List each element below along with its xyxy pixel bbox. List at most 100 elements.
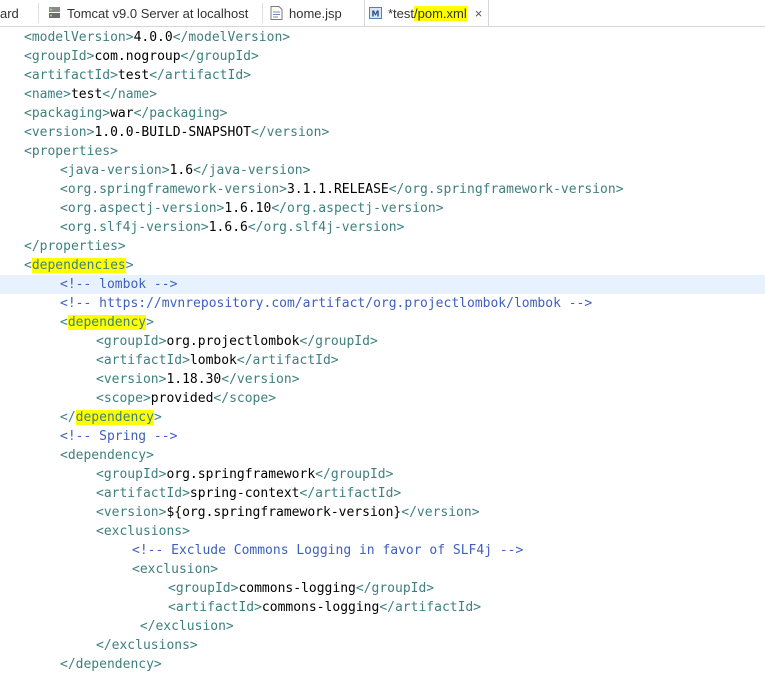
xml-text: 3.1.1.RELEASE — [286, 182, 389, 197]
server-icon — [48, 6, 61, 20]
tab-separator — [38, 3, 39, 23]
xml-text: 1.6 — [169, 163, 194, 178]
code-line-content: <version>${org.springframework-version}<… — [96, 503, 480, 522]
xml-tag: <groupId> — [96, 467, 167, 482]
xml-text: commons-logging — [238, 581, 356, 596]
tab-home-jsp[interactable]: home.jsp — [270, 0, 342, 26]
code-line-content: <packaging>war</packaging> — [24, 104, 228, 123]
xml-text: commons-logging — [261, 600, 380, 615]
code-line-content: <name>test</name> — [24, 85, 157, 104]
code-line[interactable]: <!-- Exclude Commons Logging in favor of… — [0, 541, 765, 560]
code-line[interactable]: </exclusion> — [0, 617, 765, 636]
code-line[interactable]: <exclusion> — [0, 560, 765, 579]
code-line[interactable]: <org.slf4j-version>1.6.6</org.slf4j-vers… — [0, 218, 765, 237]
code-line-content: <artifactId>spring-context</artifactId> — [96, 484, 401, 503]
xml-comment: <!-- https://mvnrepository.com/artifact/… — [60, 296, 593, 311]
code-line[interactable]: <scope>provided</scope> — [0, 389, 765, 408]
xml-text: ${org.springframework-version} — [166, 505, 402, 520]
code-line-content: <!-- Spring --> — [60, 427, 177, 446]
code-line[interactable]: <name>test</name> — [0, 85, 765, 104]
code-line-content: </dependency> — [60, 408, 162, 427]
xml-tag: <version> — [96, 505, 167, 520]
code-line-content: <!-- https://mvnrepository.com/artifact/… — [60, 294, 592, 313]
code-line[interactable]: <version>1.18.30</version> — [0, 370, 765, 389]
xml-tag: </java-version> — [193, 163, 311, 178]
tab-label: Tomcat v9.0 Server at localhost — [67, 5, 249, 21]
code-line[interactable]: <dependency> — [0, 313, 765, 332]
xml-tag: </version> — [251, 125, 330, 140]
xml-tag: </groupId> — [180, 49, 259, 64]
xml-tag: dependencies — [31, 258, 126, 273]
code-line[interactable]: <!-- Spring --> — [0, 427, 765, 446]
code-line-content: <groupId>commons-logging</groupId> — [168, 579, 434, 598]
xml-tag: <scope> — [96, 391, 151, 406]
xml-text: 1.6.6 — [208, 220, 248, 235]
xml-tag: <java-version> — [60, 163, 170, 178]
code-line-content: <modelVersion>4.0.0</modelVersion> — [24, 28, 290, 47]
code-line[interactable]: <groupId>org.projectlombok</groupId> — [0, 332, 765, 351]
code-line-content: <dependency> — [60, 313, 154, 332]
code-line[interactable]: <!-- lombok --> — [0, 275, 765, 294]
tab-label: ard — [0, 5, 19, 21]
xml-tag: <artifactId> — [24, 68, 118, 83]
xml-tag: </artifactId> — [299, 486, 402, 501]
code-line[interactable]: <groupId>commons-logging</groupId> — [0, 579, 765, 598]
code-line[interactable]: </dependency> — [0, 655, 765, 674]
code-line-content: <!-- Exclude Commons Logging in favor of… — [132, 541, 523, 560]
xml-tag: <artifactId> — [168, 600, 262, 615]
xml-tag: </packaging> — [133, 106, 228, 121]
tab-dashboard[interactable]: ard — [0, 0, 19, 26]
xml-tag: <org.springframework-version> — [60, 182, 287, 197]
close-icon[interactable]: × — [475, 6, 483, 21]
code-line[interactable]: </dependency> — [0, 408, 765, 427]
code-line[interactable]: <dependency> — [0, 446, 765, 465]
xml-text: org.springframework — [166, 467, 316, 482]
code-line[interactable]: <groupId>com.nogroup</groupId> — [0, 47, 765, 66]
xml-text: 1.6.10 — [224, 201, 272, 216]
code-line[interactable]: <version>1.0.0-BUILD-SNAPSHOT</version> — [0, 123, 765, 142]
xml-text: provided — [150, 391, 214, 406]
code-line[interactable]: <org.springframework-version>3.1.1.RELEA… — [0, 180, 765, 199]
code-line[interactable]: <dependencies> — [0, 256, 765, 275]
code-line[interactable]: <groupId>org.springframework</groupId> — [0, 465, 765, 484]
code-line[interactable]: <exclusions> — [0, 522, 765, 541]
xml-text: 4.0.0 — [133, 30, 173, 45]
code-line[interactable]: <modelVersion>4.0.0</modelVersion> — [0, 28, 765, 47]
code-line-content: <exclusions> — [96, 522, 190, 541]
xml-tag: </org.springframework-version> — [388, 182, 624, 197]
tab-label-prefix: *test — [388, 5, 415, 21]
code-line[interactable]: </exclusions> — [0, 636, 765, 655]
xml-tag: <exclusions> — [96, 524, 190, 539]
xml-tag: > — [125, 258, 134, 273]
xml-tag: </exclusion> — [132, 619, 234, 634]
code-line[interactable]: <version>${org.springframework-version}<… — [0, 503, 765, 522]
xml-tag: </version> — [221, 372, 300, 387]
svg-text:M: M — [372, 10, 380, 19]
maven-pom-icon: M — [369, 6, 382, 20]
xml-tag: <org.aspectj-version> — [60, 201, 225, 216]
code-line[interactable]: <artifactId>test</artifactId> — [0, 66, 765, 85]
code-line[interactable]: <!-- https://mvnrepository.com/artifact/… — [0, 294, 765, 313]
xml-text: org.projectlombok — [166, 334, 300, 349]
code-line[interactable]: </properties> — [0, 237, 765, 256]
code-line[interactable]: <properties> — [0, 142, 765, 161]
code-line[interactable]: <artifactId>lombok</artifactId> — [0, 351, 765, 370]
code-line[interactable]: <artifactId>commons-logging</artifactId> — [0, 598, 765, 617]
code-line[interactable]: <org.aspectj-version>1.6.10</org.aspectj… — [0, 199, 765, 218]
xml-tag: </scope> — [213, 391, 277, 406]
xml-tag: <modelVersion> — [24, 30, 134, 45]
xml-tag: </groupId> — [355, 581, 435, 596]
code-line-content: <org.slf4j-version>1.6.6</org.slf4j-vers… — [60, 218, 404, 237]
xml-tag: <artifactId> — [96, 486, 190, 501]
xml-text: test — [70, 87, 103, 102]
code-line[interactable]: <java-version>1.6</java-version> — [0, 161, 765, 180]
xml-tag: < — [60, 315, 68, 330]
xml-tag: </org.aspectj-version> — [271, 201, 444, 216]
xml-code-editor[interactable]: <modelVersion>4.0.0</modelVersion> <group… — [0, 26, 765, 673]
xml-comment: <!-- Spring --> — [60, 429, 178, 444]
tab-pom-xml[interactable]: M *test/pom.xml × — [364, 0, 490, 26]
code-line[interactable]: <packaging>war</packaging> — [0, 104, 765, 123]
tab-tomcat-server[interactable]: Tomcat v9.0 Server at localhost — [48, 0, 248, 26]
code-line-content: <java-version>1.6</java-version> — [60, 161, 310, 180]
code-line[interactable]: <artifactId>spring-context</artifactId> — [0, 484, 765, 503]
